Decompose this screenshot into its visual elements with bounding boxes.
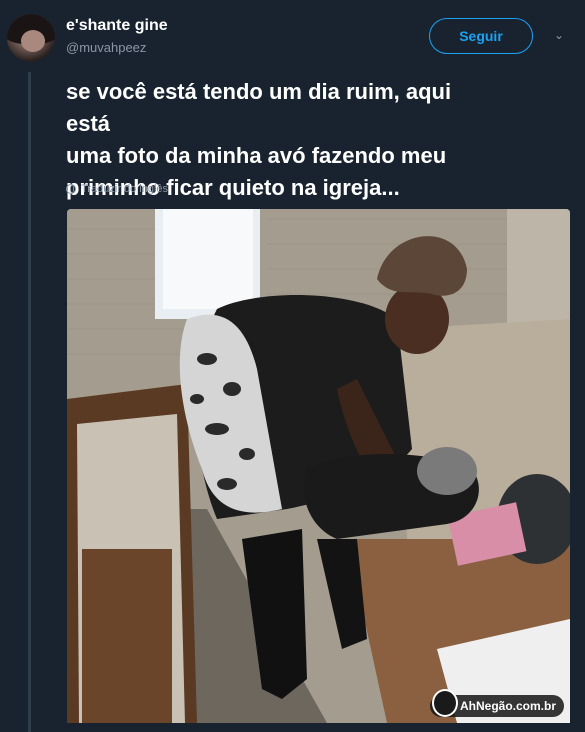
mascot-logo-icon bbox=[431, 689, 458, 717]
translate-link[interactable]: Traduzir do inglês bbox=[66, 183, 168, 195]
translate-label: Traduzir do inglês bbox=[81, 183, 169, 195]
watermark-text: AhNegão.com.br bbox=[459, 699, 556, 713]
tweet-photo[interactable]: AhNegão.com.br bbox=[67, 209, 570, 723]
display-name[interactable]: e'shante gine bbox=[66, 17, 168, 35]
follow-button[interactable]: Seguir bbox=[429, 18, 533, 54]
tweet-text-line: uma foto da minha avó fazendo meu bbox=[66, 143, 447, 168]
thread-line bbox=[28, 72, 31, 732]
avatar[interactable] bbox=[7, 14, 55, 62]
photo-scene bbox=[67, 209, 570, 723]
username-handle[interactable]: @muvahpeez bbox=[66, 40, 146, 55]
chevron-down-icon[interactable]: ⌄ bbox=[552, 28, 566, 42]
globe-icon bbox=[66, 184, 76, 194]
watermark: AhNegão.com.br bbox=[429, 689, 564, 717]
tweet-text-line: se você está tendo um dia ruim, aqui est… bbox=[66, 79, 452, 136]
